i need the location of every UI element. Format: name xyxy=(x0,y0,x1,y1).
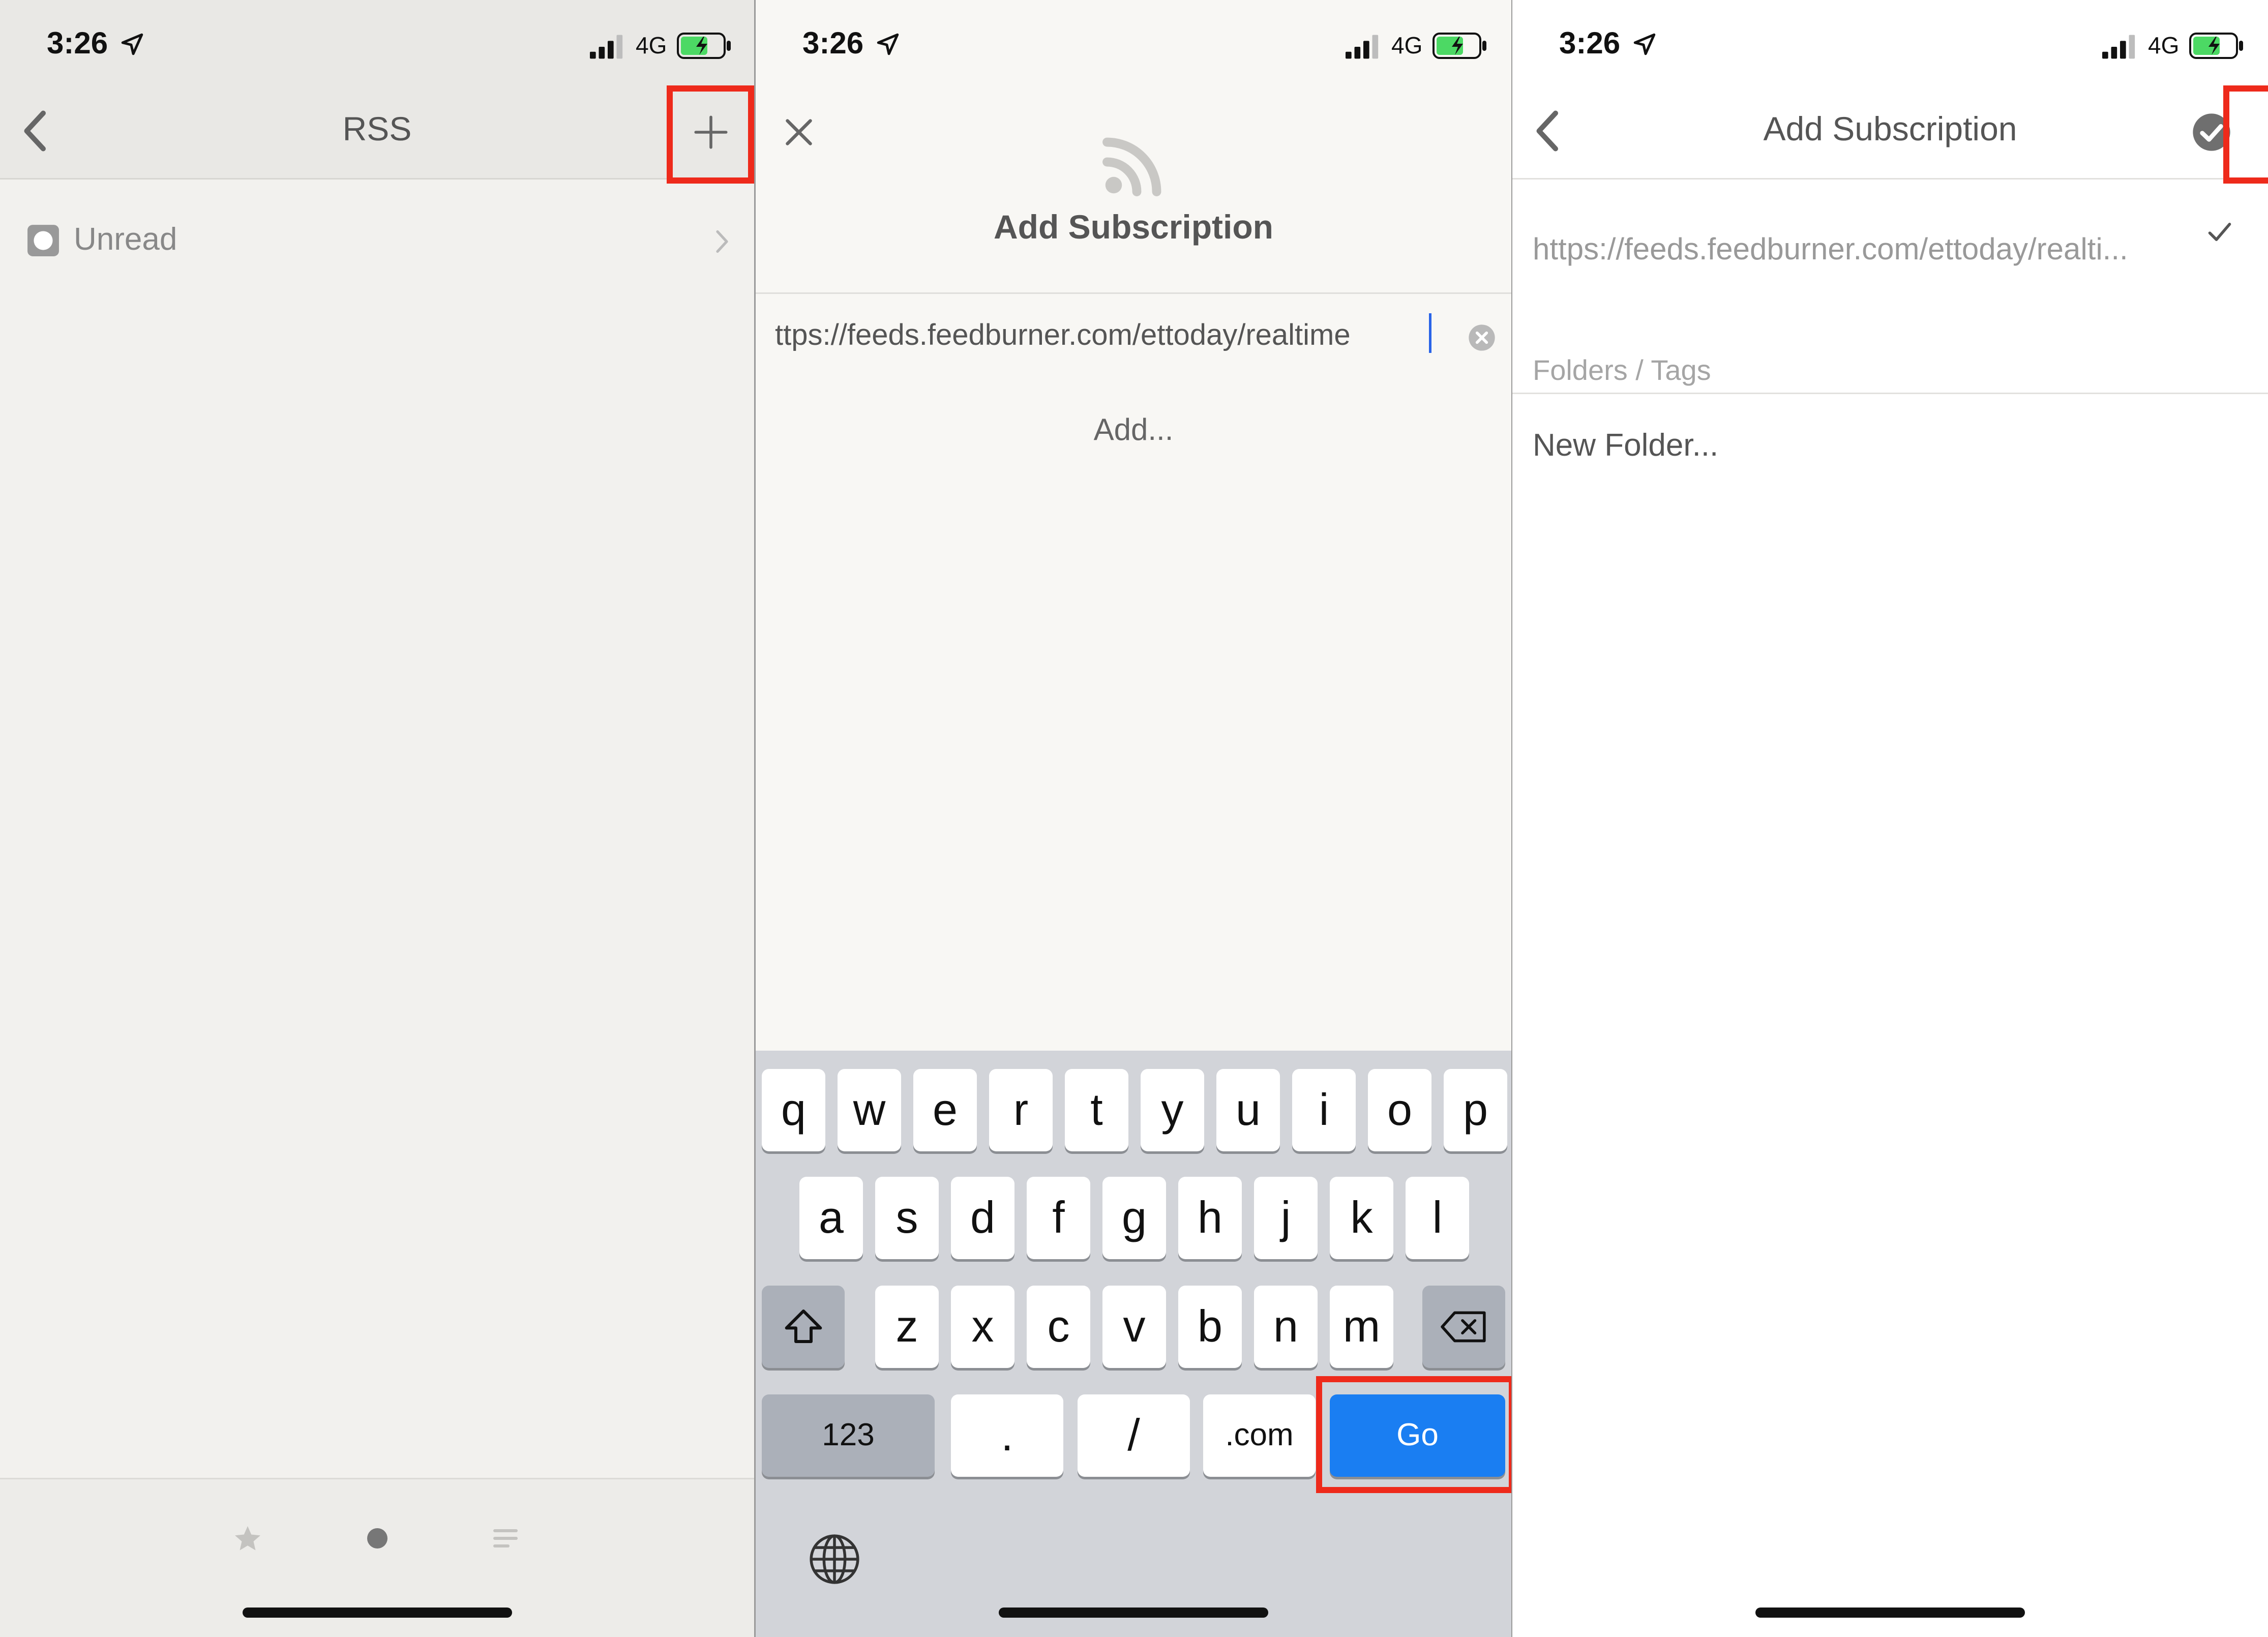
chevron-right-icon xyxy=(716,230,728,253)
section-divider xyxy=(1512,393,2268,394)
key-n[interactable]: n xyxy=(1254,1286,1318,1368)
highlight-add-button xyxy=(667,85,754,184)
signal-icon xyxy=(2102,35,2135,59)
network-type: 4G xyxy=(636,32,667,58)
close-icon[interactable] xyxy=(784,117,814,147)
feed-url-row[interactable]: https://feeds.feedburner.com/ettoday/rea… xyxy=(1533,231,2128,266)
key-c[interactable]: c xyxy=(1027,1286,1090,1368)
key-q[interactable]: q xyxy=(762,1069,825,1151)
signal-icon xyxy=(1346,35,1379,59)
add-subscription-modal: 3:26 4G Add Subscription ttps://feeds.fe… xyxy=(756,0,1511,1637)
key-u[interactable]: u xyxy=(1216,1069,1280,1151)
key-j[interactable]: j xyxy=(1254,1177,1318,1259)
list-icon[interactable] xyxy=(492,1526,519,1551)
highlight-confirm-button xyxy=(2223,85,2268,184)
key-d[interactable]: d xyxy=(951,1177,1014,1259)
nav-bar: Add Subscription xyxy=(1512,81,2268,178)
key-r[interactable]: r xyxy=(989,1069,1053,1151)
status-time: 3:26 xyxy=(1559,26,1621,60)
folders-tags-header: Folders / Tags xyxy=(1533,354,1711,386)
globe-icon[interactable] xyxy=(807,1531,862,1587)
battery-icon xyxy=(677,33,731,59)
key-h[interactable]: h xyxy=(1178,1177,1242,1259)
highlight-go-key xyxy=(1316,1376,1511,1493)
home-indicator xyxy=(243,1608,512,1618)
home-indicator xyxy=(999,1608,1268,1618)
key-l[interactable]: l xyxy=(1406,1177,1469,1259)
key-p[interactable]: p xyxy=(1444,1069,1507,1151)
key-g[interactable]: g xyxy=(1102,1177,1166,1259)
shift-key[interactable] xyxy=(762,1286,845,1368)
page-title: Add Subscription xyxy=(1763,110,2017,147)
key-y[interactable]: y xyxy=(1141,1069,1204,1151)
modal-header: Add Subscription xyxy=(756,81,1511,294)
status-time: 3:26 xyxy=(47,26,108,60)
unread-label: Unread xyxy=(74,222,177,257)
rss-feed-icon xyxy=(1102,137,1161,196)
battery-icon xyxy=(2189,33,2243,59)
status-time: 3:26 xyxy=(802,26,864,60)
key-z[interactable]: z xyxy=(875,1286,939,1368)
clear-text-icon[interactable] xyxy=(1468,323,1496,352)
key-w[interactable]: w xyxy=(838,1069,901,1151)
keyboard: q w e r t y u i o p a s d f g h j k l z … xyxy=(756,1051,1511,1637)
modal-title: Add Subscription xyxy=(994,208,1273,246)
key-s[interactable]: s xyxy=(875,1177,939,1259)
key-k[interactable]: k xyxy=(1330,1177,1393,1259)
key-t[interactable]: t xyxy=(1065,1069,1128,1151)
star-icon[interactable] xyxy=(232,1524,263,1554)
unread-square-icon xyxy=(27,225,59,256)
tab-bar xyxy=(0,1478,754,1637)
key-m[interactable]: m xyxy=(1330,1286,1393,1368)
network-type: 4G xyxy=(2148,32,2180,58)
key-f[interactable]: f xyxy=(1027,1177,1090,1259)
nav-bar: RSS xyxy=(0,81,754,178)
network-type: 4G xyxy=(1391,32,1423,58)
list-item-unread[interactable]: Unread xyxy=(0,211,754,272)
add-subscription-confirm: 3:26 4G Add Subscription https://feeds.f… xyxy=(1512,0,2268,1637)
battery-icon xyxy=(1433,33,1486,59)
home-indicator xyxy=(1755,1608,2025,1618)
text-cursor xyxy=(1429,313,1431,353)
numbers-key[interactable]: 123 xyxy=(762,1394,935,1477)
checkmark-icon xyxy=(2208,223,2231,241)
key-a[interactable]: a xyxy=(799,1177,863,1259)
key-b[interactable]: b xyxy=(1178,1286,1242,1368)
add-button[interactable]: Add... xyxy=(756,412,1511,447)
key-o[interactable]: o xyxy=(1368,1069,1431,1151)
dotcom-key[interactable]: .com xyxy=(1203,1394,1316,1477)
shift-arrow-icon xyxy=(785,1309,822,1343)
key-i[interactable]: i xyxy=(1292,1069,1356,1151)
slash-key[interactable]: / xyxy=(1078,1394,1190,1477)
location-arrow-icon xyxy=(1633,33,1656,55)
feed-url-input[interactable] xyxy=(775,309,1451,360)
key-e[interactable]: e xyxy=(913,1069,977,1151)
backspace-key[interactable] xyxy=(1422,1286,1505,1368)
key-v[interactable]: v xyxy=(1102,1286,1166,1368)
backspace-icon xyxy=(1440,1311,1486,1343)
signal-icon xyxy=(590,35,623,59)
key-x[interactable]: x xyxy=(951,1286,1014,1368)
location-arrow-icon xyxy=(121,33,143,55)
nav-divider xyxy=(1512,178,2268,180)
rss-screen: 3:26 4G RSS Unread xyxy=(0,0,754,1637)
location-arrow-icon xyxy=(877,33,899,55)
unread-dot-icon[interactable] xyxy=(365,1526,390,1551)
dot-key[interactable]: . xyxy=(951,1394,1063,1477)
new-folder-button[interactable]: New Folder... xyxy=(1533,427,1718,463)
page-title: RSS xyxy=(342,110,412,147)
